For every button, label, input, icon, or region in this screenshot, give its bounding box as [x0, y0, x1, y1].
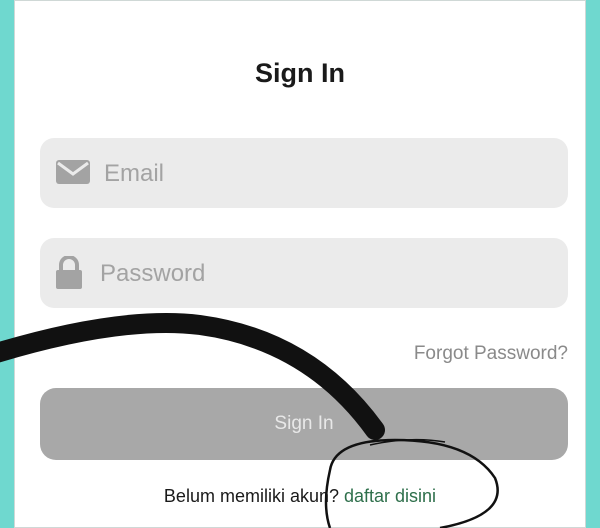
- lock-icon: [54, 255, 88, 289]
- page-title: Sign In: [255, 58, 345, 88]
- password-placeholder: Password: [100, 260, 206, 287]
- envelope-icon: [56, 160, 90, 186]
- email-placeholder: Email: [104, 160, 165, 187]
- register-link[interactable]: daftar disini: [344, 486, 436, 506]
- sign-in-button-label: Sign In: [274, 413, 334, 434]
- register-prompt-text: Belum memiliki akun?: [163, 486, 339, 506]
- email-field[interactable]: Email: [40, 138, 568, 208]
- register-prompt: Belum memiliki akun? daftar disini: [0, 486, 600, 507]
- sign-in-button[interactable]: Sign In: [40, 388, 568, 460]
- forgot-password-link[interactable]: Forgot Password?: [414, 343, 568, 365]
- password-field[interactable]: Password: [40, 238, 568, 308]
